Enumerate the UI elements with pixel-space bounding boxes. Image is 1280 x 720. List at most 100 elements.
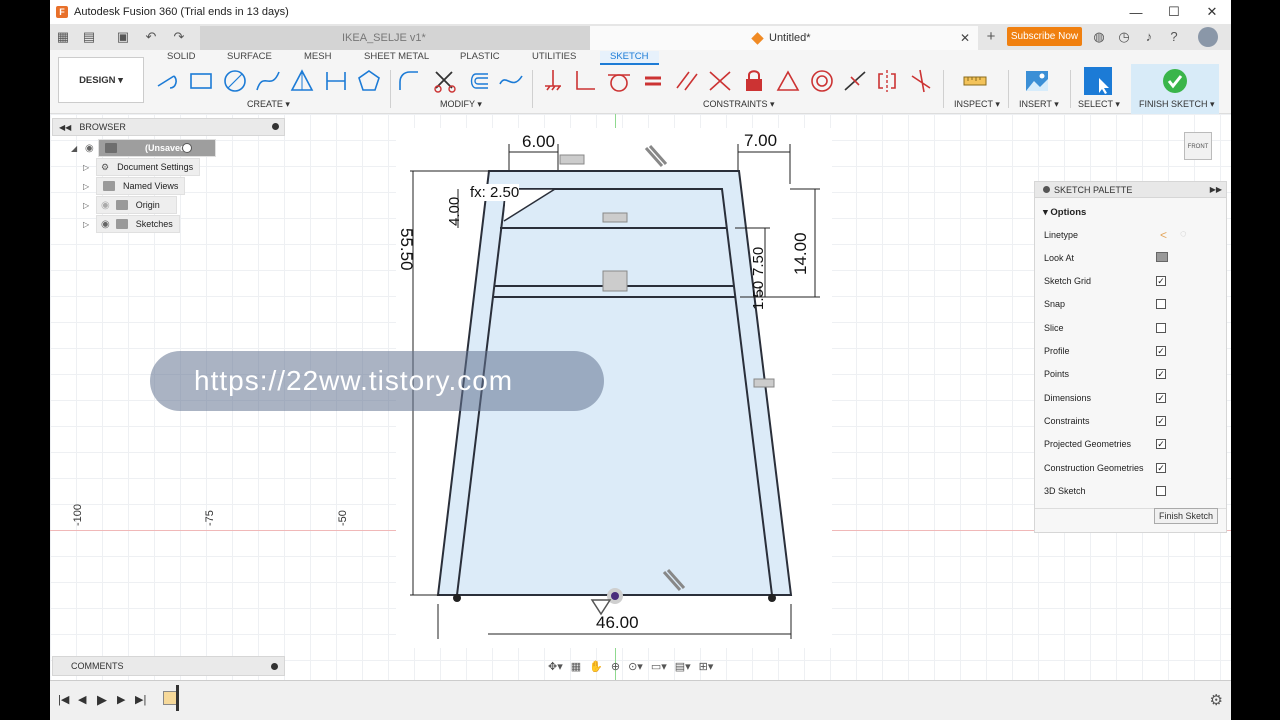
maximize-button[interactable]: ☐ bbox=[1155, 0, 1193, 24]
dimensions-checkbox[interactable]: ✓ bbox=[1156, 393, 1166, 403]
linetype-centerline-icon[interactable]: ◌ bbox=[1180, 228, 1187, 240]
tab-sheet-metal[interactable]: SHEET METAL bbox=[364, 51, 429, 62]
insert-menu[interactable]: INSERT ▾ bbox=[1019, 99, 1059, 110]
parallel-constraint-icon[interactable] bbox=[674, 68, 700, 94]
horizontal-constraint-glyph[interactable] bbox=[602, 212, 628, 223]
dimension-right-1[interactable]: 7.50 bbox=[750, 247, 767, 276]
concentric-constraint-icon[interactable] bbox=[809, 68, 835, 94]
browser-pin-icon[interactable] bbox=[272, 123, 279, 130]
notifications-icon[interactable]: ♪ bbox=[1140, 28, 1158, 46]
tab-mesh[interactable]: MESH bbox=[304, 51, 331, 62]
collapse-icon[interactable]: ◀◀ bbox=[59, 123, 71, 132]
dimension-right-3[interactable]: 14.00 bbox=[791, 232, 811, 275]
tangent-constraint-icon[interactable] bbox=[606, 68, 632, 94]
slice-checkbox[interactable] bbox=[1156, 323, 1166, 333]
display-settings-icon[interactable]: ▭▾ bbox=[651, 660, 667, 673]
apps-grid-icon[interactable]: ▦ bbox=[54, 28, 72, 46]
sketch-grid-checkbox[interactable]: ✓ bbox=[1156, 276, 1166, 286]
close-tab-icon[interactable]: ✕ bbox=[960, 31, 970, 45]
projected-geometries-checkbox[interactable]: ✓ bbox=[1156, 439, 1166, 449]
orbit-icon[interactable]: ✥▾ bbox=[548, 660, 563, 673]
linetype-construction-icon[interactable]: < bbox=[1160, 228, 1167, 242]
dimension-left-height[interactable]: 55.50 bbox=[396, 228, 416, 271]
eye-hidden-icon[interactable]: ◉ bbox=[101, 200, 110, 211]
eye-icon[interactable]: ◉ bbox=[101, 219, 110, 230]
options-section[interactable]: ▾ Options bbox=[1043, 207, 1086, 218]
browser-item-root[interactable]: ◢ ◉ (Unsaved) bbox=[71, 139, 216, 157]
tab-sketch[interactable]: SKETCH bbox=[600, 51, 659, 65]
expand-palette-icon[interactable]: ▶▶ bbox=[1210, 185, 1222, 194]
document-tab-ikea[interactable]: IKEA_SELJE v1* bbox=[200, 26, 590, 50]
new-tab-icon[interactable]: + bbox=[982, 28, 1000, 46]
extensions-icon[interactable]: ◍ bbox=[1090, 28, 1108, 46]
tab-utilities[interactable]: UTILITIES bbox=[532, 51, 576, 62]
design-workspace-button[interactable]: DESIGN ▾ bbox=[58, 57, 144, 103]
save-icon[interactable]: ▣ bbox=[114, 28, 132, 46]
constraints-menu[interactable]: CONSTRAINTS ▾ bbox=[703, 99, 775, 110]
midpoint-constraint-icon[interactable] bbox=[842, 68, 868, 94]
minimize-button[interactable]: — bbox=[1117, 0, 1155, 24]
expand-arrow-icon[interactable]: ◢ bbox=[71, 144, 77, 153]
horizontal-constraint-glyph[interactable] bbox=[602, 270, 628, 292]
construction-geometries-checkbox[interactable]: ✓ bbox=[1156, 463, 1166, 473]
points-checkbox[interactable]: ✓ bbox=[1156, 369, 1166, 379]
timeline-marker[interactable] bbox=[176, 685, 179, 711]
comments-add-icon[interactable] bbox=[271, 663, 278, 670]
dimension-left-small[interactable]: 4.00 bbox=[446, 197, 463, 226]
rectangle-tool-icon[interactable] bbox=[188, 68, 214, 94]
dimension-right-2[interactable]: 1.50 bbox=[750, 281, 767, 310]
profile-checkbox[interactable]: ✓ bbox=[1156, 346, 1166, 356]
timeline-play-icon[interactable]: ▶ bbox=[97, 692, 107, 708]
timeline-first-icon[interactable]: |◀ bbox=[58, 693, 69, 706]
symmetry-constraint-icon[interactable] bbox=[874, 68, 900, 94]
offset-tool-icon[interactable] bbox=[466, 68, 492, 94]
3d-sketch-checkbox[interactable] bbox=[1156, 486, 1166, 496]
lock-constraint-icon[interactable] bbox=[741, 68, 767, 94]
finish-sketch-menu[interactable]: FINISH SKETCH ▾ bbox=[1139, 99, 1215, 110]
snap-checkbox[interactable] bbox=[1156, 299, 1166, 309]
timeline-next-icon[interactable]: ▶ bbox=[117, 693, 125, 706]
equal-constraint-icon[interactable] bbox=[640, 68, 666, 94]
browser-item-sketches[interactable]: ▷ ◉ Sketches bbox=[83, 215, 180, 233]
expand-arrow-icon[interactable]: ▷ bbox=[83, 182, 89, 191]
polygon-tool-icon[interactable] bbox=[356, 68, 382, 94]
palette-pin-icon[interactable] bbox=[1043, 186, 1050, 193]
sketch-point[interactable] bbox=[768, 594, 776, 602]
grid-settings-icon[interactable]: ▤▾ bbox=[675, 660, 691, 673]
browser-header[interactable]: ◀◀ BROWSER bbox=[52, 118, 285, 136]
trim-scissors-icon[interactable] bbox=[432, 68, 458, 94]
undo-icon[interactable]: ↶ bbox=[142, 28, 160, 46]
activate-radio-icon[interactable] bbox=[182, 143, 192, 153]
create-menu[interactable]: CREATE ▾ bbox=[247, 99, 290, 110]
comments-panel[interactable]: COMMENTS bbox=[52, 656, 285, 676]
dimension-bottom[interactable]: 46.00 bbox=[596, 613, 639, 633]
document-tab-untitled[interactable]: Untitled* ✕ bbox=[590, 26, 978, 50]
equal-constraint-glyph[interactable] bbox=[753, 378, 775, 388]
dimension-tool-icon[interactable] bbox=[323, 68, 349, 94]
dimension-top-left[interactable]: 6.00 bbox=[522, 132, 555, 152]
horizontal-constraint-glyph[interactable] bbox=[559, 154, 585, 165]
close-window-button[interactable]: ✕ bbox=[1193, 0, 1231, 24]
measure-ruler-icon[interactable] bbox=[962, 68, 988, 94]
dimension-fx[interactable]: fx: 2.50 bbox=[470, 184, 520, 201]
select-cursor-icon[interactable] bbox=[1083, 66, 1113, 96]
browser-item-document-settings[interactable]: ▷ ⚙ Document Settings bbox=[83, 158, 201, 176]
tab-solid[interactable]: SOLID bbox=[167, 51, 196, 62]
timeline-last-icon[interactable]: ▶| bbox=[135, 693, 146, 706]
redo-icon[interactable]: ↷ bbox=[170, 28, 188, 46]
look-at-nav-icon[interactable]: ▦ bbox=[571, 660, 581, 673]
palette-header[interactable]: SKETCH PALETTE ▶▶ bbox=[1035, 182, 1226, 198]
viewports-icon[interactable]: ⊞▾ bbox=[699, 660, 714, 673]
insert-image-icon[interactable] bbox=[1024, 68, 1050, 94]
perpendicular-constraint-icon[interactable] bbox=[572, 68, 598, 94]
expand-arrow-icon[interactable]: ▷ bbox=[83, 163, 89, 172]
triangle-tool-icon[interactable] bbox=[289, 68, 315, 94]
curvature-constraint-icon[interactable] bbox=[908, 68, 934, 94]
spline-tool-icon[interactable] bbox=[255, 68, 281, 94]
timeline-prev-icon[interactable]: ◀ bbox=[78, 693, 86, 706]
dimension-top-right[interactable]: 7.00 bbox=[744, 131, 777, 151]
select-menu[interactable]: SELECT ▾ bbox=[1078, 99, 1120, 110]
fillet-tool-icon[interactable] bbox=[396, 68, 422, 94]
help-icon[interactable]: ? bbox=[1165, 28, 1183, 46]
file-menu-icon[interactable]: ▤ bbox=[80, 28, 98, 46]
